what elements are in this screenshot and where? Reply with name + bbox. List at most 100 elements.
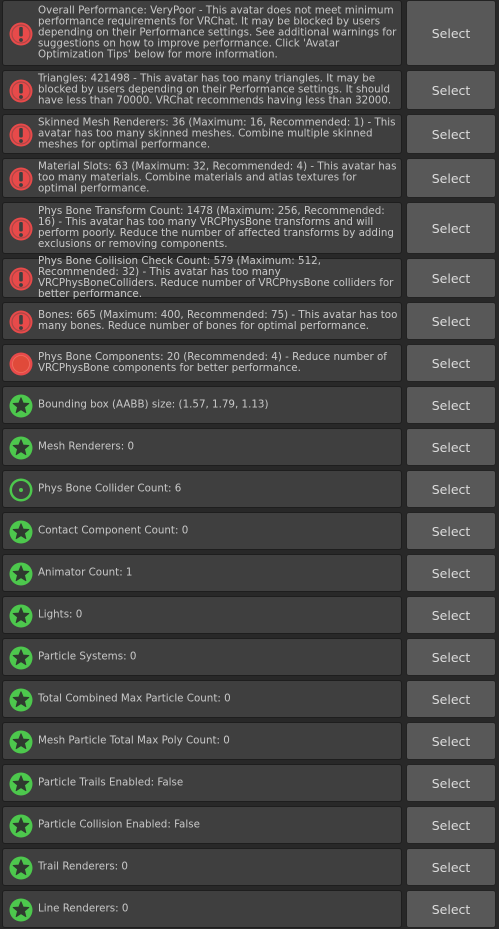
performance-message: Phys Bone Collider Count: 6 [2, 470, 402, 508]
error-exclamation-icon [8, 122, 34, 148]
performance-row: Mesh Renderers: 0 Select [0, 428, 499, 466]
performance-row: Animator Count: 1 Select [0, 554, 499, 592]
error-exclamation-icon [8, 166, 34, 192]
select-button[interactable]: Select [406, 806, 496, 844]
green-star-icon [8, 729, 34, 755]
select-button[interactable]: Select [406, 114, 496, 154]
select-button[interactable]: Select [406, 470, 496, 508]
select-button[interactable]: Select [406, 680, 496, 718]
performance-message-text: Animator Count: 1 [38, 566, 133, 579]
performance-message: Particle Collision Enabled: False [2, 806, 402, 844]
select-button[interactable]: Select [406, 258, 496, 298]
performance-row: Contact Component Count: 0 Select [0, 512, 499, 550]
performance-message: Mesh Particle Total Max Poly Count: 0 [2, 722, 402, 760]
performance-message: Phys Bone Components: 20 (Recommended: 4… [2, 344, 402, 382]
select-button[interactable]: Select [406, 344, 496, 382]
performance-message: Trail Renderers: 0 [2, 848, 402, 886]
performance-row: Particle Trails Enabled: False Select [0, 764, 499, 802]
performance-message: Contact Component Count: 0 [2, 512, 402, 550]
performance-message-text: Phys Bone Collider Count: 6 [38, 482, 182, 495]
select-button[interactable]: Select [406, 202, 496, 254]
green-star-icon [8, 897, 34, 923]
select-button[interactable]: Select [406, 596, 496, 634]
performance-row: Trail Renderers: 0 Select [0, 848, 499, 886]
performance-message: Particle Systems: 0 [2, 638, 402, 676]
green-star-icon [8, 603, 34, 629]
performance-message: Animator Count: 1 [2, 554, 402, 592]
performance-message: Material Slots: 63 (Maximum: 32, Recomme… [2, 158, 402, 198]
performance-message: Phys Bone Collision Check Count: 579 (Ma… [2, 255, 402, 300]
select-button[interactable]: Select [406, 0, 496, 66]
green-star-icon [8, 855, 34, 881]
select-button[interactable]: Select [406, 848, 496, 886]
performance-message: Triangles: 421498 - This avatar has too … [2, 70, 402, 110]
select-button[interactable]: Select [406, 302, 496, 340]
performance-message-text: Mesh Particle Total Max Poly Count: 0 [38, 734, 230, 747]
performance-row: Phys Bone Transform Count: 1478 (Maximum… [0, 202, 499, 254]
performance-message-text: Contact Component Count: 0 [38, 524, 189, 537]
performance-list: Overall Performance: VeryPoor - This ava… [0, 0, 499, 929]
red-circle-icon [8, 351, 34, 377]
select-button[interactable]: Select [406, 158, 496, 198]
performance-message: Mesh Renderers: 0 [2, 428, 402, 466]
error-exclamation-icon [8, 21, 34, 47]
green-star-icon [8, 435, 34, 461]
select-button[interactable]: Select [406, 638, 496, 676]
performance-row: Overall Performance: VeryPoor - This ava… [0, 0, 499, 66]
performance-message-text: Material Slots: 63 (Maximum: 32, Recomme… [38, 160, 397, 195]
select-button[interactable]: Select [406, 764, 496, 802]
performance-message-text: Total Combined Max Particle Count: 0 [38, 692, 231, 705]
performance-message: Overall Performance: VeryPoor - This ava… [2, 0, 402, 66]
select-button[interactable]: Select [406, 70, 496, 110]
performance-row: Triangles: 421498 - This avatar has too … [0, 70, 499, 110]
performance-message: Bounding box (AABB) size: (1.57, 1.79, 1… [2, 386, 402, 424]
performance-message-text: Mesh Renderers: 0 [38, 440, 135, 453]
performance-row: Particle Collision Enabled: False Select [0, 806, 499, 844]
performance-message-text: Trail Renderers: 0 [38, 860, 128, 873]
performance-message-text: Lights: 0 [38, 608, 83, 621]
error-exclamation-icon [8, 309, 34, 335]
performance-row: Mesh Particle Total Max Poly Count: 0 Sel… [0, 722, 499, 760]
performance-message: Phys Bone Transform Count: 1478 (Maximum… [2, 202, 402, 254]
performance-row: Bounding box (AABB) size: (1.57, 1.79, 1… [0, 386, 499, 424]
performance-message: Particle Trails Enabled: False [2, 764, 402, 802]
performance-row: Total Combined Max Particle Count: 0 Sele… [0, 680, 499, 718]
green-star-icon [8, 771, 34, 797]
green-star-icon [8, 813, 34, 839]
performance-message: Lights: 0 [2, 596, 402, 634]
error-exclamation-icon [8, 216, 34, 242]
performance-message-text: Bounding box (AABB) size: (1.57, 1.79, 1… [38, 398, 269, 411]
green-star-icon [8, 519, 34, 545]
select-button[interactable]: Select [406, 512, 496, 550]
select-button[interactable]: Select [406, 890, 496, 928]
performance-row: Bones: 665 (Maximum: 400, Recommended: 7… [0, 302, 499, 340]
performance-message-text: Particle Trails Enabled: False [38, 776, 184, 789]
performance-message: Total Combined Max Particle Count: 0 [2, 680, 402, 718]
performance-message-text: Bones: 665 (Maximum: 400, Recommended: 7… [38, 309, 398, 332]
performance-message-text: Phys Bone Components: 20 (Recommended: 4… [38, 351, 387, 374]
select-button[interactable]: Select [406, 428, 496, 466]
green-star-icon [8, 687, 34, 713]
performance-row: Skinned Mesh Renderers: 36 (Maximum: 16,… [0, 114, 499, 154]
performance-row: Phys Bone Collider Count: 6 Select [0, 470, 499, 508]
select-button[interactable]: Select [406, 386, 496, 424]
performance-message-text: Line Renderers: 0 [38, 902, 129, 915]
performance-message-text: Phys Bone Transform Count: 1478 (Maximum… [38, 205, 394, 250]
performance-message-text: Skinned Mesh Renderers: 36 (Maximum: 16,… [38, 116, 396, 151]
performance-message: Bones: 665 (Maximum: 400, Recommended: 7… [2, 302, 402, 340]
performance-message: Skinned Mesh Renderers: 36 (Maximum: 16,… [2, 114, 402, 154]
green-ring-dot-icon [8, 477, 34, 503]
select-button[interactable]: Select [406, 554, 496, 592]
error-exclamation-icon [8, 78, 34, 104]
performance-row: Phys Bone Components: 20 (Recommended: 4… [0, 344, 499, 382]
performance-message-text: Particle Systems: 0 [38, 650, 137, 663]
performance-message-text: Triangles: 421498 - This avatar has too … [38, 72, 392, 107]
performance-message: Line Renderers: 0 [2, 890, 402, 928]
error-exclamation-icon [8, 266, 34, 292]
green-star-icon [8, 393, 34, 419]
performance-row: Lights: 0 Select [0, 596, 499, 634]
select-button[interactable]: Select [406, 722, 496, 760]
performance-row: Line Renderers: 0 Select [0, 890, 499, 928]
performance-message-text: Phys Bone Collision Check Count: 579 (Ma… [38, 255, 394, 300]
performance-message-text: Overall Performance: VeryPoor - This ava… [38, 4, 397, 61]
